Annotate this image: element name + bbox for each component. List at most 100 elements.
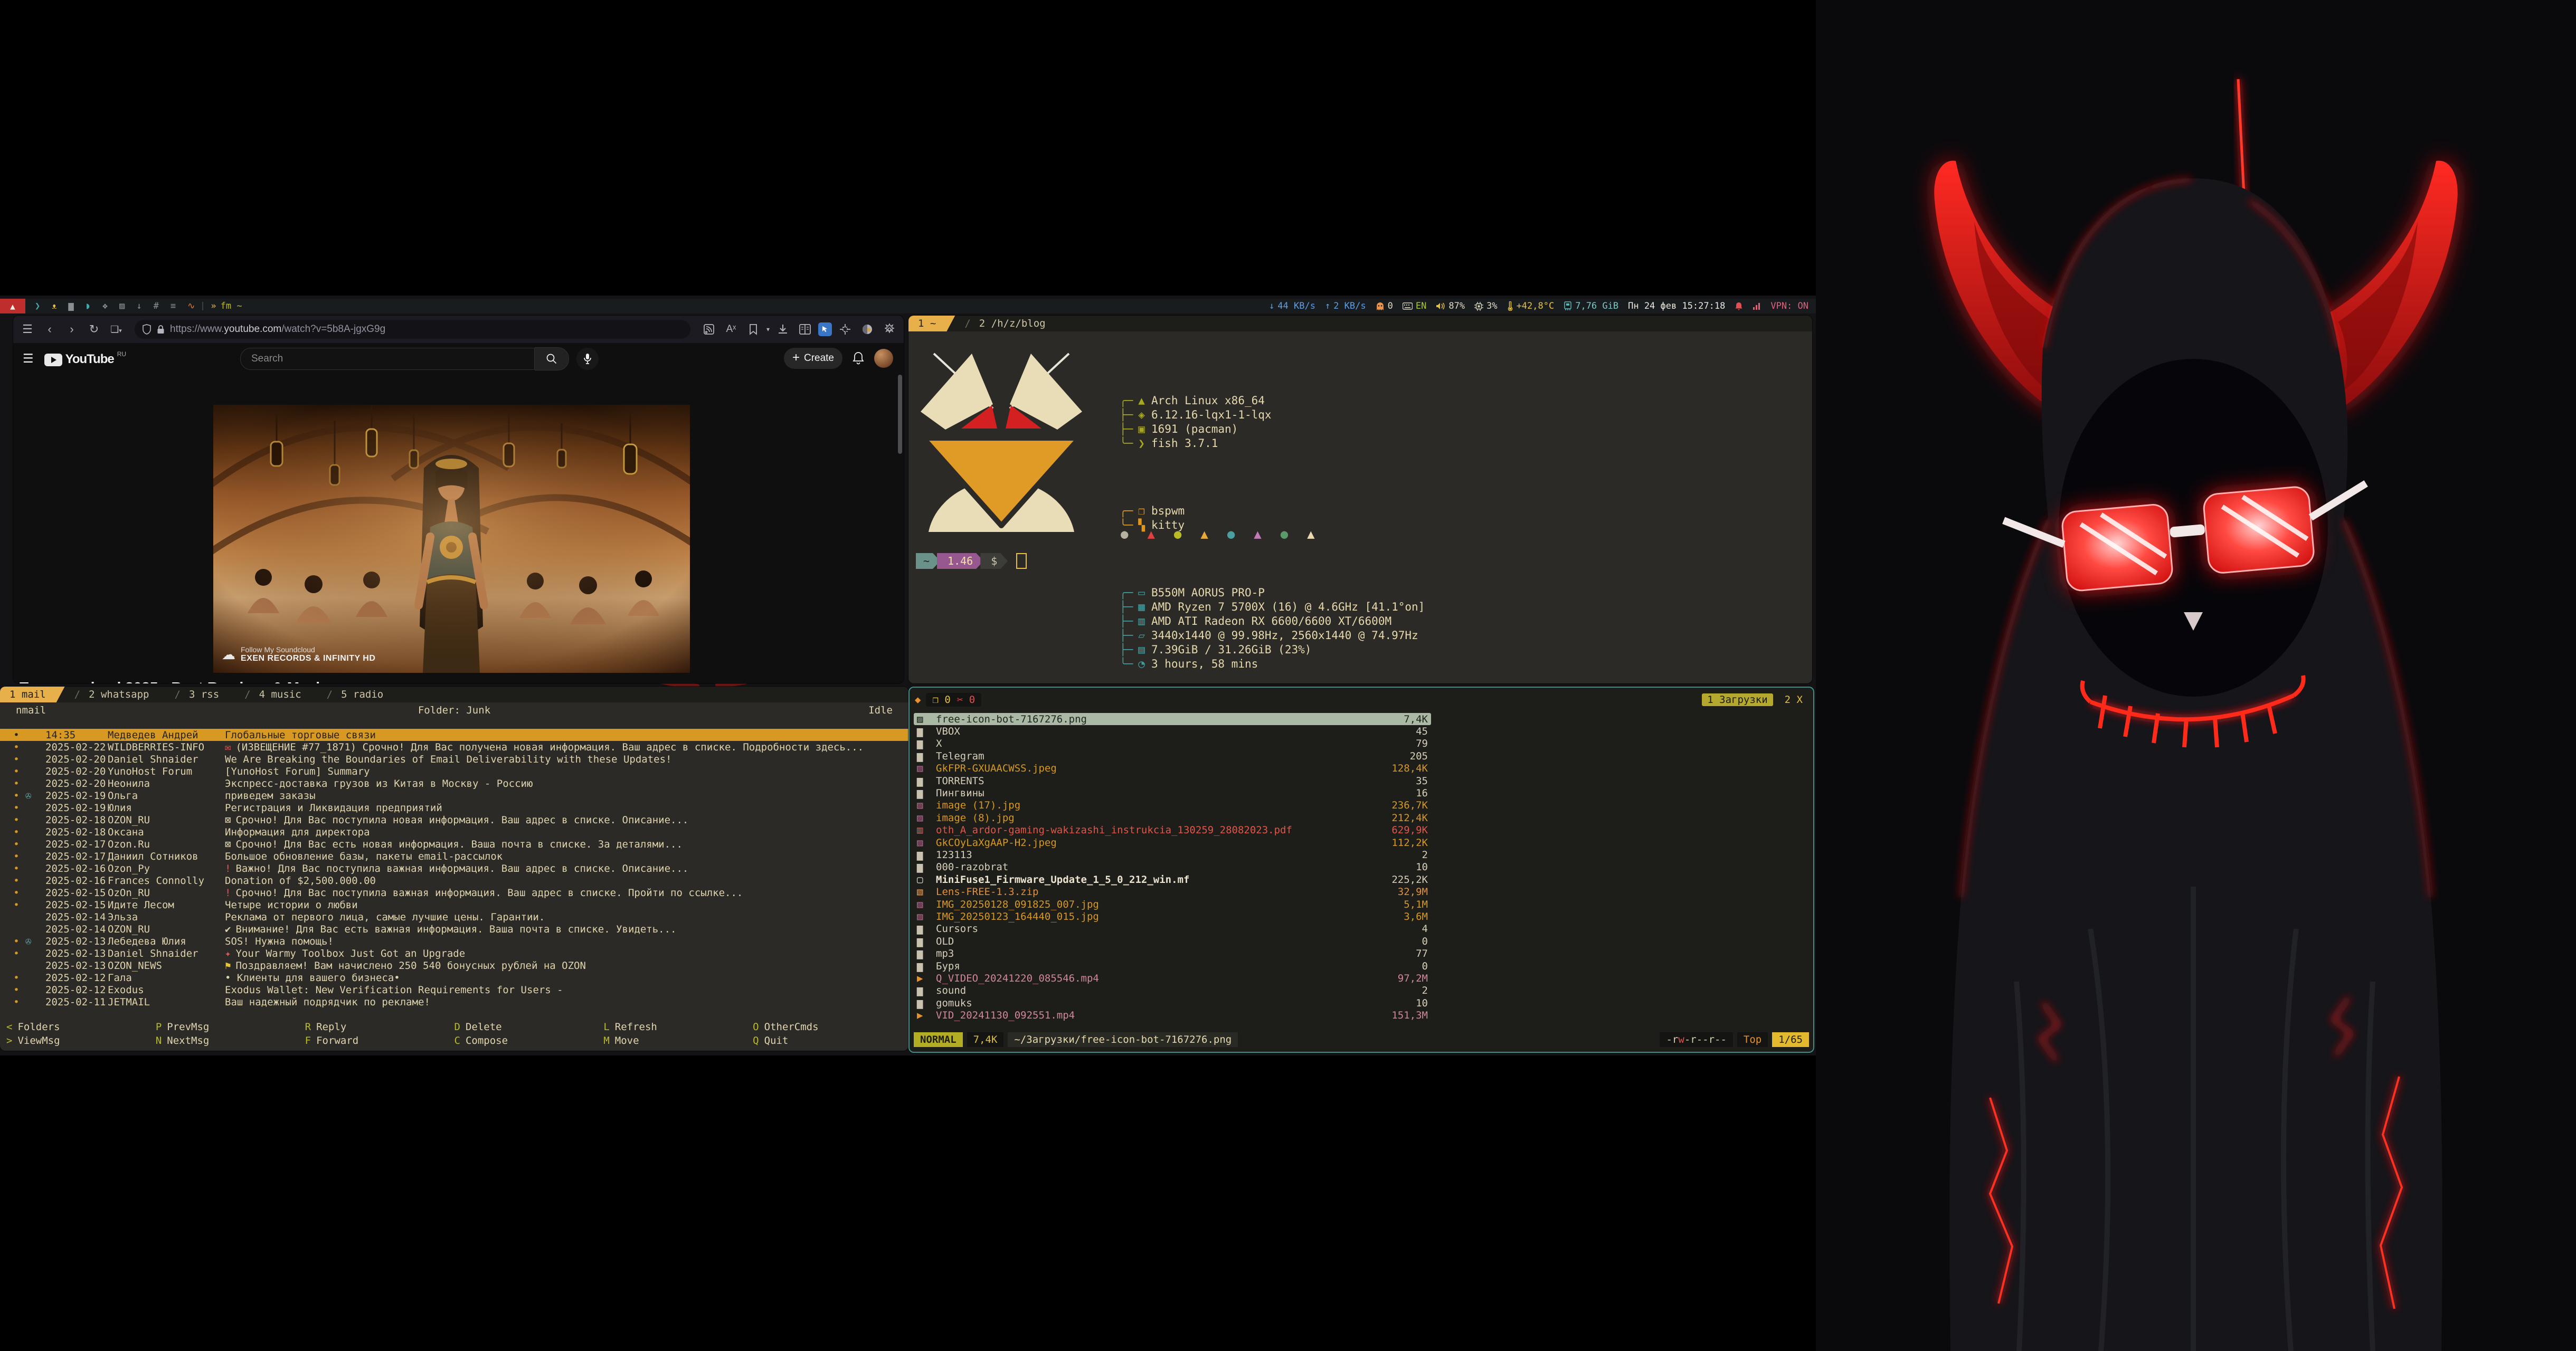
bookmark-caret-icon[interactable]: ▾ bbox=[766, 326, 770, 333]
mail-row[interactable]: • 2025-02-13 Daniel Shnaider ✦Your Warmy… bbox=[0, 947, 908, 959]
file-row[interactable]: ▆ Telegram 205 bbox=[914, 750, 1431, 762]
file-row[interactable]: ▆ TORRENTS 35 bbox=[914, 775, 1431, 787]
file-row[interactable]: ▆ VBOX 45 bbox=[914, 725, 1431, 737]
sidebar-icon[interactable]: ❏▾ bbox=[107, 324, 125, 335]
forward-icon[interactable]: › bbox=[63, 322, 81, 336]
search-input[interactable] bbox=[250, 353, 525, 365]
mail-row[interactable]: • 2025-02-19 Юлия Регистрация и Ликвидац… bbox=[0, 802, 908, 814]
file-row[interactable]: ▆ OLD 0 bbox=[914, 935, 1431, 947]
create-button[interactable]: +Create bbox=[784, 348, 842, 369]
mail-tab[interactable]: 3 rss bbox=[165, 687, 235, 702]
workspace-icon[interactable]: ∿ bbox=[187, 299, 195, 313]
bookmark-icon[interactable] bbox=[744, 324, 762, 335]
translate-icon[interactable]: Aˣ bbox=[722, 324, 740, 335]
voice-search-button[interactable] bbox=[576, 348, 599, 370]
workspace-icon[interactable]: ▆ bbox=[68, 299, 73, 313]
youtube-logo[interactable]: YouTube RU bbox=[44, 350, 126, 367]
url-bar[interactable]: https://www.youtube.com/watch?v=5b8A-jgx… bbox=[135, 320, 690, 339]
shield-icon[interactable] bbox=[142, 324, 151, 335]
file-row[interactable]: ▆ sound 2 bbox=[914, 985, 1431, 997]
mail-row[interactable]: • 2025-02-12 Exodus Exodus Wallet: New V… bbox=[0, 984, 908, 996]
mail-row[interactable]: • 2025-02-16 Ozon_Py !Важно! Для Вас пос… bbox=[0, 862, 908, 874]
file-row[interactable]: ▆ 000-razobrat 10 bbox=[914, 861, 1431, 873]
scrollbar-thumb[interactable] bbox=[898, 375, 902, 454]
mail-row[interactable]: • 2025-02-11 JETMAIL Ваш надежный подряд… bbox=[0, 996, 908, 1008]
notifications-bell-icon[interactable] bbox=[852, 351, 865, 365]
url-text[interactable]: https://www.youtube.com/watch?v=5b8A-jgx… bbox=[170, 324, 385, 335]
file-row[interactable]: ▆ Cursors 4 bbox=[914, 923, 1431, 935]
mail-row[interactable]: • 2025-02-18 OZON_RU ⊠Срочно! Для Вас по… bbox=[0, 814, 908, 826]
bell-icon[interactable] bbox=[1735, 302, 1743, 311]
mail-row[interactable]: • 2025-02-17 Даниил Сотников Большое обн… bbox=[0, 850, 908, 862]
fm-tab[interactable]: 2 X bbox=[1779, 693, 1808, 706]
file-row[interactable]: ▢ MiniFuse1_Firmware_Update_1_5_0_212_wi… bbox=[914, 873, 1431, 886]
mail-row[interactable]: 2025-02-14 OZON_RU ✔Внимание! Для Вас ес… bbox=[0, 923, 908, 935]
file-row[interactable]: ▨ image (17).jpg 236,7K bbox=[914, 800, 1431, 812]
file-row[interactable]: ▆ 123113 2 bbox=[914, 849, 1431, 861]
file-row[interactable]: ▆ Пингвины 16 bbox=[914, 787, 1431, 799]
rss-icon[interactable] bbox=[700, 323, 718, 336]
mail-tab[interactable]: 4 music bbox=[235, 687, 317, 702]
file-row[interactable]: ▆ mp3 77 bbox=[914, 947, 1431, 959]
mail-row[interactable]: • 2025-02-17 Ozon.Ru ⊠Срочно! Для Вас ес… bbox=[0, 838, 908, 850]
avatar[interactable] bbox=[874, 349, 893, 368]
kitty-tab[interactable]: 1 ~ bbox=[908, 316, 955, 331]
workspace-icon[interactable]: ≡ bbox=[171, 299, 176, 313]
yt-menu-icon[interactable]: ☰ bbox=[23, 351, 34, 366]
file-row[interactable]: ▨ IMG_20250123_164440_015.jpg 3,6M bbox=[914, 910, 1431, 922]
mail-row[interactable]: • 2025-02-15 OzOn_RU !Срочно! Для Вас по… bbox=[0, 887, 908, 899]
search-box[interactable] bbox=[240, 348, 535, 370]
mail-tab[interactable]: 5 radio bbox=[317, 687, 400, 702]
file-row[interactable]: ▆ Буря 0 bbox=[914, 960, 1431, 972]
mail-row[interactable]: • 2025-02-18 Оксана Информация для дирек… bbox=[0, 826, 908, 838]
file-row[interactable]: ▨ free-icon-bot-7167276.png 7,4K bbox=[914, 713, 1431, 725]
mail-row[interactable]: 2025-02-13 OZON_NEWS ⚑Поздравляем! Вам н… bbox=[0, 959, 908, 972]
mail-tab[interactable]: 2 whatsapp bbox=[65, 687, 165, 702]
download-icon[interactable] bbox=[774, 324, 792, 335]
keyboard-layout[interactable]: EN bbox=[1403, 301, 1426, 311]
search-button[interactable] bbox=[535, 347, 569, 370]
mail-row[interactable]: 2025-02-14 Эльза Реклама от первого лица… bbox=[0, 911, 908, 923]
picker-crosshair-icon[interactable] bbox=[836, 323, 854, 336]
kitty-tab[interactable]: 2 /h/z/blog bbox=[955, 316, 1061, 331]
extensions-icon[interactable] bbox=[880, 323, 898, 336]
video-player[interactable]: ☁ Follow My SoundcloudEXEN RECORDS & INF… bbox=[213, 405, 690, 673]
mail-row[interactable]: • 2025-02-16 Frances Connolly Donation o… bbox=[0, 874, 908, 887]
mail-row[interactable]: • 2025-02-20 Daniel Shnaider We Are Brea… bbox=[0, 753, 908, 765]
mail-row[interactable]: • 2025-02-22 WILDBERRIES-INFO ✉(ИЗВЕЩЕНИ… bbox=[0, 741, 908, 753]
volume-module[interactable]: 87% bbox=[1436, 301, 1465, 311]
fm-tab[interactable]: 1 Загрузки bbox=[1702, 693, 1773, 706]
file-row[interactable]: ▨ GkCOyLaXgAAP-H2.jpeg 112,2K bbox=[914, 836, 1431, 849]
workspace-icon[interactable]: ◗ bbox=[86, 299, 91, 313]
mail-row[interactable]: • 2025-02-15 Идите Лесом Четыре истории … bbox=[0, 899, 908, 911]
file-row[interactable]: ▨ IMG_20250128_091825_007.jpg 5,1M bbox=[914, 898, 1431, 910]
file-row[interactable]: ▨ GkFPR-GXUAACWSS.jpeg 128,4K bbox=[914, 763, 1431, 775]
pointer-extension-icon[interactable] bbox=[818, 322, 832, 336]
mail-tab[interactable]: 1 mail bbox=[0, 687, 65, 702]
arch-launcher-button[interactable]: ▲ bbox=[0, 299, 25, 313]
mail-row[interactable]: • 2025-02-20 Неонила Экспресс-доставка г… bbox=[0, 777, 908, 789]
workspace-icon[interactable]: ▨ bbox=[119, 299, 125, 313]
reader-columns-icon[interactable] bbox=[796, 324, 814, 335]
file-row[interactable]: ▥ oth_A_ardor-gaming-wakizashi_instrukci… bbox=[914, 824, 1431, 836]
file-row[interactable]: ▶ Q_VIDEO_20241220_085546.mp4 97,2M bbox=[914, 972, 1431, 984]
mail-row[interactable]: • ✇ 2025-02-13 Лебедева Юлия SOS! Нужна … bbox=[0, 935, 908, 947]
mail-row[interactable]: • 14:35 Медведев Андрей Глобальные торго… bbox=[0, 729, 908, 741]
workspace-icon[interactable]: ❯ bbox=[35, 299, 40, 313]
workspace-icon[interactable]: ❖ bbox=[102, 299, 108, 313]
app-menu-icon[interactable]: ☰ bbox=[18, 322, 36, 336]
file-row[interactable]: ▆ X 79 bbox=[914, 738, 1431, 750]
file-row[interactable]: ▆ gomuks 10 bbox=[914, 997, 1431, 1009]
back-icon[interactable]: ‹ bbox=[41, 322, 59, 336]
shell-prompt[interactable]: ~ 1.46 $ bbox=[916, 553, 1027, 569]
darkreader-icon[interactable] bbox=[858, 323, 876, 336]
workspace-icon[interactable]: ↓ bbox=[136, 299, 141, 313]
file-row[interactable]: ▶ VID_20241130_092551.mp4 151,3M bbox=[914, 1009, 1431, 1021]
mail-row[interactable]: • 2025-02-20 YunoHost Forum [YunoHost Fo… bbox=[0, 765, 908, 777]
workspace-icon[interactable]: ᴥ bbox=[52, 299, 56, 313]
mail-row[interactable]: • ✇ 2025-02-19 Ольга приведем заказы bbox=[0, 789, 908, 802]
file-row[interactable]: ▧ Lens-FREE-1.3.zip 32,9M bbox=[914, 886, 1431, 898]
reload-icon[interactable]: ↻ bbox=[85, 322, 103, 336]
mail-row[interactable]: • 2025-02-12 Гала • Клиенты для вашего б… bbox=[0, 972, 908, 984]
workspace-icon[interactable]: # bbox=[154, 299, 159, 313]
